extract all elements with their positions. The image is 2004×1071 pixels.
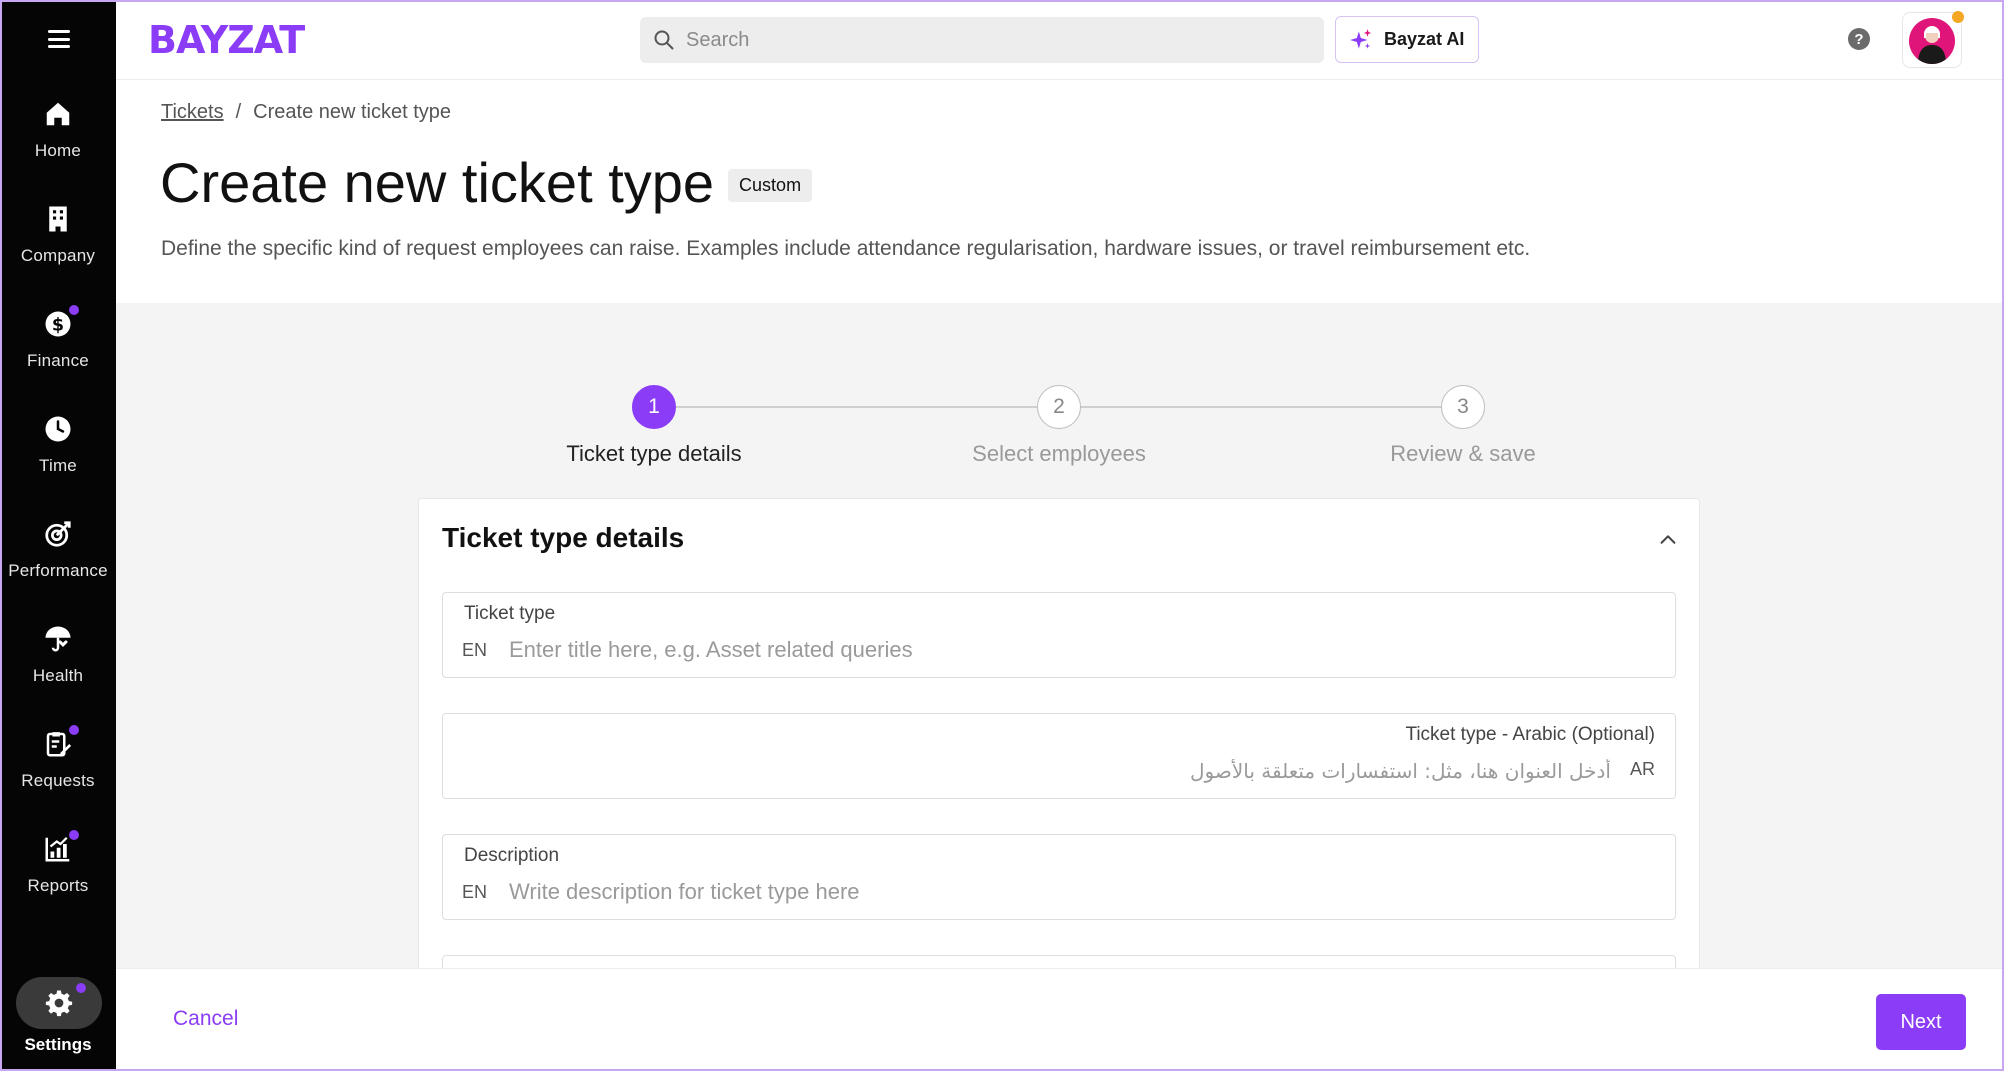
step-number: 2 [1037, 385, 1081, 429]
bar-chart-icon [41, 830, 79, 866]
target-icon [41, 517, 75, 551]
sparkle-icon [1350, 28, 1372, 49]
bayzat-ai-button[interactable]: Bayzat AI [1335, 16, 1479, 63]
breadcrumb-separator: / [235, 101, 242, 123]
language-tag: EN [462, 640, 488, 660]
home-icon [41, 97, 75, 131]
sidebar-item-home[interactable]: Home [0, 97, 116, 187]
next-button[interactable]: Next [1876, 994, 1966, 1050]
building-icon [41, 202, 75, 236]
chevron-up-icon[interactable] [1657, 529, 1679, 551]
page-subtitle: Define the specific kind of request empl… [161, 237, 1531, 260]
action-footer: Cancel Next [116, 968, 2004, 1071]
breadcrumb-link-tickets[interactable]: Tickets [161, 101, 224, 124]
umbrella-heart-icon [41, 622, 75, 656]
step-select-employees[interactable]: 2 Select employees [929, 385, 1189, 467]
sidebar: Home Company $ Finance Time Performance … [0, 0, 116, 1071]
search-input[interactable] [686, 28, 1324, 52]
avatar [1909, 18, 1955, 64]
page-header: Tickets / Create new ticket type Create … [116, 80, 2004, 303]
sidebar-item-label: Home [34, 141, 82, 160]
ticket-type-arabic-field: Ticket type - Arabic (Optional) AR [442, 713, 1676, 799]
notification-dot [69, 725, 79, 735]
notification-dot [76, 983, 86, 993]
field-label: Description [464, 845, 560, 866]
description-field: Description EN [442, 834, 1676, 920]
sidebar-item-label: Company [20, 246, 96, 265]
sidebar-item-time[interactable]: Time [0, 412, 116, 502]
search-bar[interactable] [640, 17, 1324, 63]
search-icon [654, 30, 674, 50]
breadcrumb-current: Create new ticket type [253, 101, 452, 123]
user-avatar-button[interactable] [1902, 11, 1964, 68]
top-bar: BAYZAT Bayzat AI ? [116, 0, 2004, 80]
sidebar-item-finance[interactable]: $ Finance [0, 305, 116, 397]
sidebar-item-label: Time [39, 456, 77, 475]
custom-badge: Custom [728, 169, 813, 202]
breadcrumb: Tickets / Create new ticket type [161, 101, 451, 124]
status-dot [1952, 11, 1964, 23]
svg-text:$: $ [52, 315, 64, 335]
sidebar-item-label: Requests [21, 771, 95, 790]
bayzat-ai-label: Bayzat AI [1384, 29, 1465, 49]
dollar-coin-icon: $ [41, 305, 79, 341]
sidebar-item-health[interactable]: Health [0, 622, 116, 712]
cancel-button[interactable]: Cancel [173, 1007, 238, 1031]
sidebar-item-label: Reports [27, 876, 89, 895]
clipboard-edit-icon [41, 725, 79, 761]
bayzat-logo[interactable]: BAYZAT [148, 18, 305, 62]
step-label: Ticket type details [566, 441, 742, 466]
notification-dot [69, 830, 79, 840]
notification-dot [69, 305, 79, 315]
card-title: Ticket type details [442, 522, 685, 553]
step-label: Review & save [1390, 441, 1536, 466]
sidebar-item-settings[interactable] [16, 977, 102, 1029]
page-title-row: Create new ticket type Custom [160, 150, 813, 215]
ticket-type-input[interactable] [509, 633, 1609, 667]
ticket-type-arabic-input[interactable] [511, 754, 1611, 788]
sidebar-item-label: Health [32, 666, 84, 685]
gear-icon [45, 990, 73, 1017]
language-tag: AR [1629, 759, 1655, 779]
help-icon[interactable]: ? [1848, 28, 1870, 50]
sidebar-item-company[interactable]: Company [0, 202, 116, 292]
step-review-save[interactable]: 3 Review & save [1333, 385, 1593, 467]
language-tag: EN [462, 882, 488, 902]
sidebar-item-performance[interactable]: Performance [0, 517, 116, 607]
step-number: 1 [632, 385, 676, 429]
sidebar-item-requests[interactable]: Requests [0, 725, 116, 817]
description-input[interactable] [509, 875, 1609, 909]
step-number: 3 [1441, 385, 1485, 429]
page-title: Create new ticket type [160, 151, 715, 214]
field-label: Ticket type [464, 603, 556, 624]
hamburger-icon[interactable] [48, 30, 70, 48]
clock-icon [41, 412, 75, 446]
sidebar-item-label: Performance [8, 561, 108, 580]
sidebar-item-label: Finance [27, 351, 89, 370]
ticket-type-field: Ticket type EN [442, 592, 1676, 678]
sidebar-item-reports[interactable]: Reports [0, 830, 116, 922]
sidebar-item-label: Settings [24, 1035, 92, 1054]
step-label: Select employees [972, 441, 1146, 466]
field-label: Ticket type - Arabic (Optional) [1405, 724, 1655, 745]
step-ticket-type-details[interactable]: 1 Ticket type details [524, 385, 784, 467]
progress-stepper: 1 Ticket type details 2 Select employees… [540, 385, 1536, 467]
